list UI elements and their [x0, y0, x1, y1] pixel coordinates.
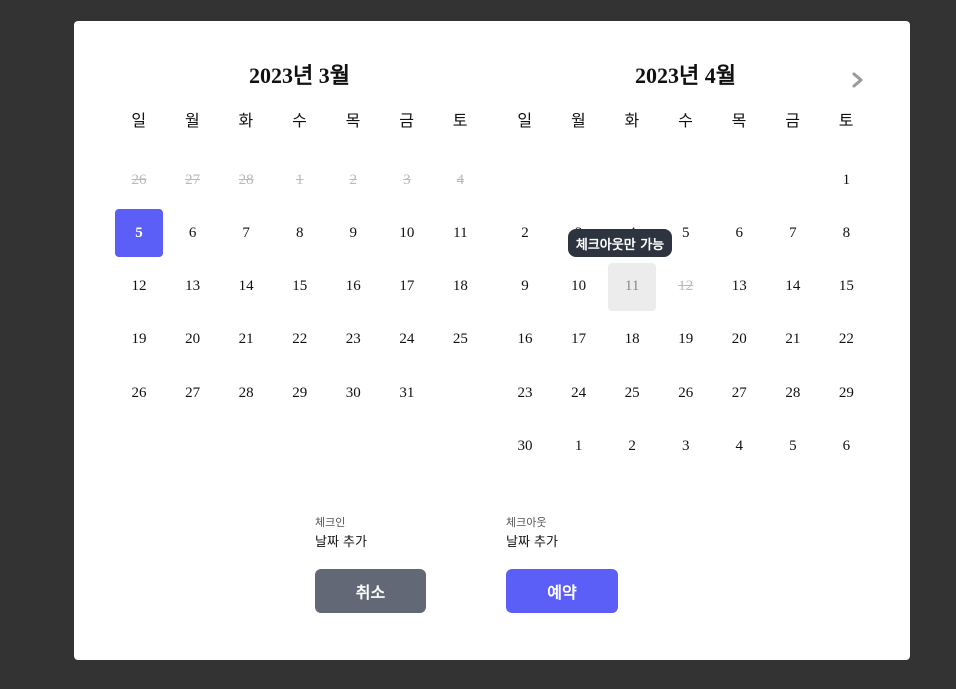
day-cell[interactable]: 27 [715, 369, 763, 417]
weekday-sat: 토 [838, 111, 854, 130]
checkout-field[interactable]: 체크아웃 날짜 추가 [506, 516, 558, 552]
day-cell[interactable]: 16 [329, 263, 377, 311]
day-cell[interactable]: 7 [769, 209, 817, 257]
day-cell[interactable]: 8 [822, 209, 870, 257]
day-cell-disabled: 4 [456, 171, 465, 188]
day-cell[interactable]: 6 [715, 209, 763, 257]
day-cell[interactable]: 4 [715, 423, 763, 471]
day-cell[interactable]: 9 [501, 263, 549, 311]
day-cell-disabled: 1 [295, 171, 304, 188]
day-cell-disabled: 27 [185, 171, 201, 188]
day-cell[interactable]: 13 [169, 263, 217, 311]
day-cell[interactable]: 12 [115, 263, 163, 311]
day-cell[interactable]: 11 [436, 209, 484, 257]
day-cell-checkout-only[interactable]: 11 [608, 262, 657, 311]
day-cell[interactable]: 17 [555, 316, 603, 364]
day-cell[interactable]: 8 [276, 209, 324, 257]
day-cell[interactable]: 20 [169, 316, 217, 364]
day-cell[interactable]: 6 [169, 209, 217, 257]
weekday-header: 일 월 화 수 목 금 토 [498, 109, 873, 133]
reserve-button[interactable]: 예약 [506, 569, 618, 613]
checkout-label: 체크아웃 [506, 516, 547, 529]
day-cell[interactable]: 21 [222, 316, 270, 364]
weekday-fri: 금 [785, 111, 800, 130]
day-cell-disabled: 3 [403, 171, 411, 188]
day-cell[interactable]: 14 [222, 263, 270, 311]
day-cell[interactable]: 28 [222, 369, 270, 417]
weekday-wed: 수 [678, 111, 693, 130]
day-cell[interactable]: 22 [822, 316, 870, 364]
day-cell[interactable]: 26 [662, 369, 710, 417]
checkin-value[interactable]: 날짜 추가 [315, 534, 367, 552]
day-cell-disabled: 28 [238, 171, 254, 188]
day-cell[interactable]: 6 [822, 423, 870, 471]
day-cell[interactable]: 10 [555, 263, 603, 311]
day-cell[interactable]: 20 [715, 316, 763, 364]
day-cell[interactable]: 19 [115, 316, 163, 364]
month-title: 2023년 4월 [635, 63, 736, 88]
day-cell[interactable]: 15 [276, 263, 324, 311]
cancel-button[interactable]: 취소 [315, 569, 426, 613]
day-cell[interactable]: 29 [276, 369, 324, 417]
weekday-sun: 일 [131, 111, 147, 130]
day-cell[interactable]: 21 [769, 316, 817, 364]
day-cell[interactable]: 23 [501, 369, 549, 417]
weekday-wed: 수 [292, 111, 307, 130]
day-cell[interactable]: 25 [436, 316, 484, 364]
weekday-fri: 금 [399, 111, 414, 130]
day-cell-disabled: 12 [678, 278, 694, 295]
date-picker-modal: 2023년 3월 일 월 화 수 목 금 토 26 27 28 1 2 3 4 5 6 7 8 9 10… [74, 21, 910, 660]
day-cell[interactable]: 15 [822, 263, 870, 311]
day-cell[interactable]: 19 [662, 316, 710, 364]
day-cell[interactable]: 1 [822, 156, 870, 204]
day-cell[interactable]: 18 [608, 316, 656, 364]
day-cell[interactable]: 24 [383, 316, 431, 364]
day-cell[interactable]: 25 [608, 369, 656, 417]
day-cell[interactable]: 1 [555, 423, 603, 471]
day-cell[interactable]: 5 [769, 423, 817, 471]
weekday-mon: 월 [184, 111, 200, 130]
day-cell[interactable]: 9 [329, 209, 377, 257]
day-cell[interactable]: 17 [383, 263, 431, 311]
checkin-label: 체크인 [315, 516, 346, 529]
day-cell[interactable]: 24 [555, 369, 603, 417]
day-cell[interactable]: 29 [822, 369, 870, 417]
day-cell[interactable]: 30 [501, 423, 549, 471]
checkout-only-tooltip: 체크아웃만 가능 [568, 229, 672, 257]
month-title: 2023년 3월 [249, 63, 350, 88]
day-cell[interactable]: 10 [383, 209, 431, 257]
day-cell[interactable]: 16 [501, 316, 549, 364]
day-cell[interactable]: 2 [608, 423, 656, 471]
day-cell[interactable]: 27 [169, 369, 217, 417]
day-cell[interactable]: 7 [222, 209, 270, 257]
day-cell[interactable]: 31 [383, 369, 431, 417]
day-cell[interactable]: 23 [329, 316, 377, 364]
day-cell[interactable]: 13 [715, 263, 763, 311]
weekday-tue: 화 [624, 111, 640, 130]
day-cell-disabled: 2 [349, 171, 358, 188]
checkout-value[interactable]: 날짜 추가 [506, 534, 558, 552]
weekday-sun: 일 [517, 111, 533, 130]
day-cell[interactable]: 22 [276, 316, 324, 364]
day-cell[interactable]: 3 [662, 423, 710, 471]
weekday-sat: 토 [452, 111, 468, 130]
weekday-header: 일 월 화 수 목 금 토 [112, 109, 487, 133]
day-cell-disabled: 26 [131, 171, 147, 188]
day-cell[interactable]: 2 [501, 209, 549, 257]
day-cell[interactable]: 30 [329, 369, 377, 417]
weekday-thu: 목 [731, 111, 747, 130]
day-cell-selected[interactable]: 5 [115, 209, 163, 258]
day-cell[interactable]: 28 [769, 369, 817, 417]
weekday-thu: 목 [345, 111, 361, 130]
day-cell[interactable]: 14 [769, 263, 817, 311]
checkin-field[interactable]: 체크인 날짜 추가 [315, 516, 367, 552]
day-cell[interactable]: 18 [436, 263, 484, 311]
weekday-mon: 월 [570, 111, 586, 130]
day-cell[interactable]: 26 [115, 369, 163, 417]
weekday-tue: 화 [238, 111, 254, 130]
